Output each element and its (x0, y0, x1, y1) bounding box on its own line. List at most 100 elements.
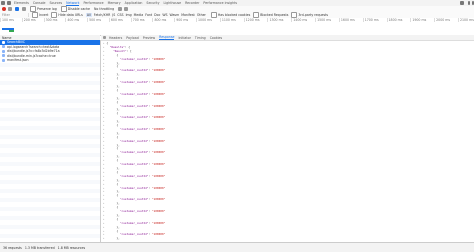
json-value: "100000" (151, 115, 166, 120)
close-detail-icon[interactable] (103, 36, 106, 39)
upload-icon[interactable] (118, 7, 123, 11)
tab-lighthouse[interactable]: Lighthouse (164, 1, 182, 5)
json-key: "customer_custId" (119, 220, 149, 225)
timeline-tick: 600 ms (108, 18, 123, 22)
type-filter-media[interactable]: Media (134, 13, 144, 17)
detail-tab-response[interactable]: Response (159, 35, 175, 40)
detail-tab-payload[interactable]: Payload (126, 36, 138, 40)
type-filter-fetch-xhr[interactable]: Fetch/XHR (94, 13, 111, 17)
timeline-tick: 100 ms (0, 18, 14, 22)
third-party-label: 3rd-party requests (298, 13, 329, 17)
tab-security[interactable]: Security (146, 1, 159, 5)
detail-tab-cookies[interactable]: Cookies (210, 36, 222, 40)
json-value: "100000" (151, 80, 166, 85)
request-type-icon (2, 49, 5, 53)
search-icon[interactable] (22, 7, 26, 11)
type-filter-js[interactable]: JS (112, 13, 115, 17)
punct: : [ (126, 48, 132, 53)
detail-tabs: Headers Payload Preview Response Initiator Ti… (109, 35, 226, 40)
settings-icon[interactable] (460, 1, 464, 5)
type-filter-css[interactable]: CSS (117, 13, 123, 17)
record-icon[interactable] (2, 7, 6, 11)
detail-tab-preview[interactable]: Preview (143, 36, 155, 40)
transferred-size: 1.3 MB transferred (24, 245, 55, 250)
timeline-tick: 700 ms (130, 18, 145, 22)
timeline-tick: 2100 ms (457, 18, 474, 22)
timeline-tick: 200 ms (21, 18, 36, 22)
json-key: "customer_custId" (119, 91, 149, 96)
timeline-tick: 900 ms (174, 18, 189, 22)
request-type-icon (2, 40, 5, 44)
json-value: "100000" (151, 91, 166, 96)
json-value: "100000" (151, 150, 166, 155)
json-value: "100000" (151, 138, 166, 143)
json-value: "100000" (151, 232, 166, 237)
request-name: SearchBillC (7, 40, 26, 45)
request-name: manifest.json (7, 58, 29, 63)
blocked-cookies-label: Has blocked cookies (217, 13, 251, 17)
clear-icon[interactable] (8, 7, 12, 11)
tab-console[interactable]: Console (33, 1, 46, 5)
request-name: api.logsearch?search=text&data (7, 44, 60, 49)
type-filter-doc[interactable]: Doc (154, 13, 160, 17)
resources-size: 1.8 MB resources (57, 245, 86, 250)
tab-application[interactable]: Application (125, 1, 143, 5)
type-filter-wasm[interactable]: Wasm (170, 13, 180, 17)
json-value: "100000" (151, 56, 166, 61)
json-key: "customer_custId" (119, 56, 149, 61)
type-filter-other[interactable]: Other (197, 13, 206, 17)
timeline-tick: 1900 ms (410, 18, 427, 22)
timeline-tick: 800 ms (152, 18, 167, 22)
device-toggle-icon[interactable] (7, 1, 11, 5)
timeline-bar (9, 30, 14, 32)
json-key: "customer_custId" (119, 197, 149, 202)
timeline-ticks: 100 ms 200 ms 300 ms 400 ms 500 ms 600 ms 700 … (0, 18, 474, 22)
type-filter-font[interactable]: Font (145, 13, 152, 17)
name-column-header[interactable]: Name (0, 36, 11, 40)
json-value: "100000" (151, 185, 166, 190)
tab-sources[interactable]: Sources (50, 1, 63, 5)
timeline-tick: 1800 ms (386, 18, 403, 22)
type-filter-manifest[interactable]: Manifest (181, 13, 195, 17)
json-key: "customer_custId" (119, 173, 149, 178)
timeline-tick: 1500 ms (315, 18, 331, 22)
detail-tab-timing[interactable]: Timing (195, 36, 206, 40)
tab-memory[interactable]: Memory (108, 1, 121, 5)
timeline-tick: 1100 ms (219, 18, 236, 22)
resource-type-filters: All Fetch/XHR JS CSS Img Media Font Doc WS Wasm Ma… (85, 13, 208, 17)
json-value: "100000" (151, 162, 166, 167)
detail-tab-initiator[interactable]: Initiator (178, 36, 190, 40)
tab-performance-insights[interactable]: Performance insights (203, 1, 237, 5)
request-name: dist/bundle.min.js?cache=true (7, 53, 56, 58)
json-key: "customer_custId" (119, 208, 149, 213)
type-filter-img[interactable]: Img (126, 13, 132, 17)
json-value: "100000" (151, 103, 166, 108)
tab-elements[interactable]: Elements (14, 1, 29, 5)
response-body[interactable]: ▸ {▸ "Results": {▸ "Result": [▸ {▸ "cust… (101, 41, 474, 241)
filter-input[interactable]: Filter (2, 13, 29, 17)
tab-recorder[interactable]: Recorder (185, 1, 199, 5)
request-name: dist/bundle.js?v=fa8c3d2b9e71a (7, 49, 60, 54)
timeline-tick: 1600 ms (338, 18, 355, 22)
response-line: ▸ }, (103, 236, 474, 241)
timeline-tick: 1000 ms (196, 18, 212, 22)
json-value: "100000" (151, 197, 166, 202)
type-filter-ws[interactable]: WS (162, 13, 167, 17)
inspect-icon[interactable] (1, 1, 5, 5)
timeline-tick: 1700 ms (362, 18, 379, 22)
timeline-tick: 2000 ms (434, 18, 451, 22)
throttle-select[interactable]: No throttling (94, 7, 114, 11)
invert-label: Invert (39, 13, 49, 17)
timeline-tick: 500 ms (87, 18, 101, 22)
download-icon[interactable] (124, 7, 129, 11)
type-filter-all[interactable]: All (85, 13, 92, 17)
timeline-overview[interactable]: 100 ms 200 ms 300 ms 400 ms 500 ms 600 ms 700 … (0, 18, 474, 36)
filter-icon[interactable] (15, 7, 19, 11)
tab-network[interactable]: Network (66, 1, 80, 6)
request-count: 36 requests (3, 245, 22, 250)
more-icon[interactable] (468, 1, 470, 5)
tab-performance[interactable]: Performance (83, 1, 103, 5)
detail-tab-headers[interactable]: Headers (109, 36, 122, 40)
json-key: "customer_custId" (119, 185, 149, 190)
